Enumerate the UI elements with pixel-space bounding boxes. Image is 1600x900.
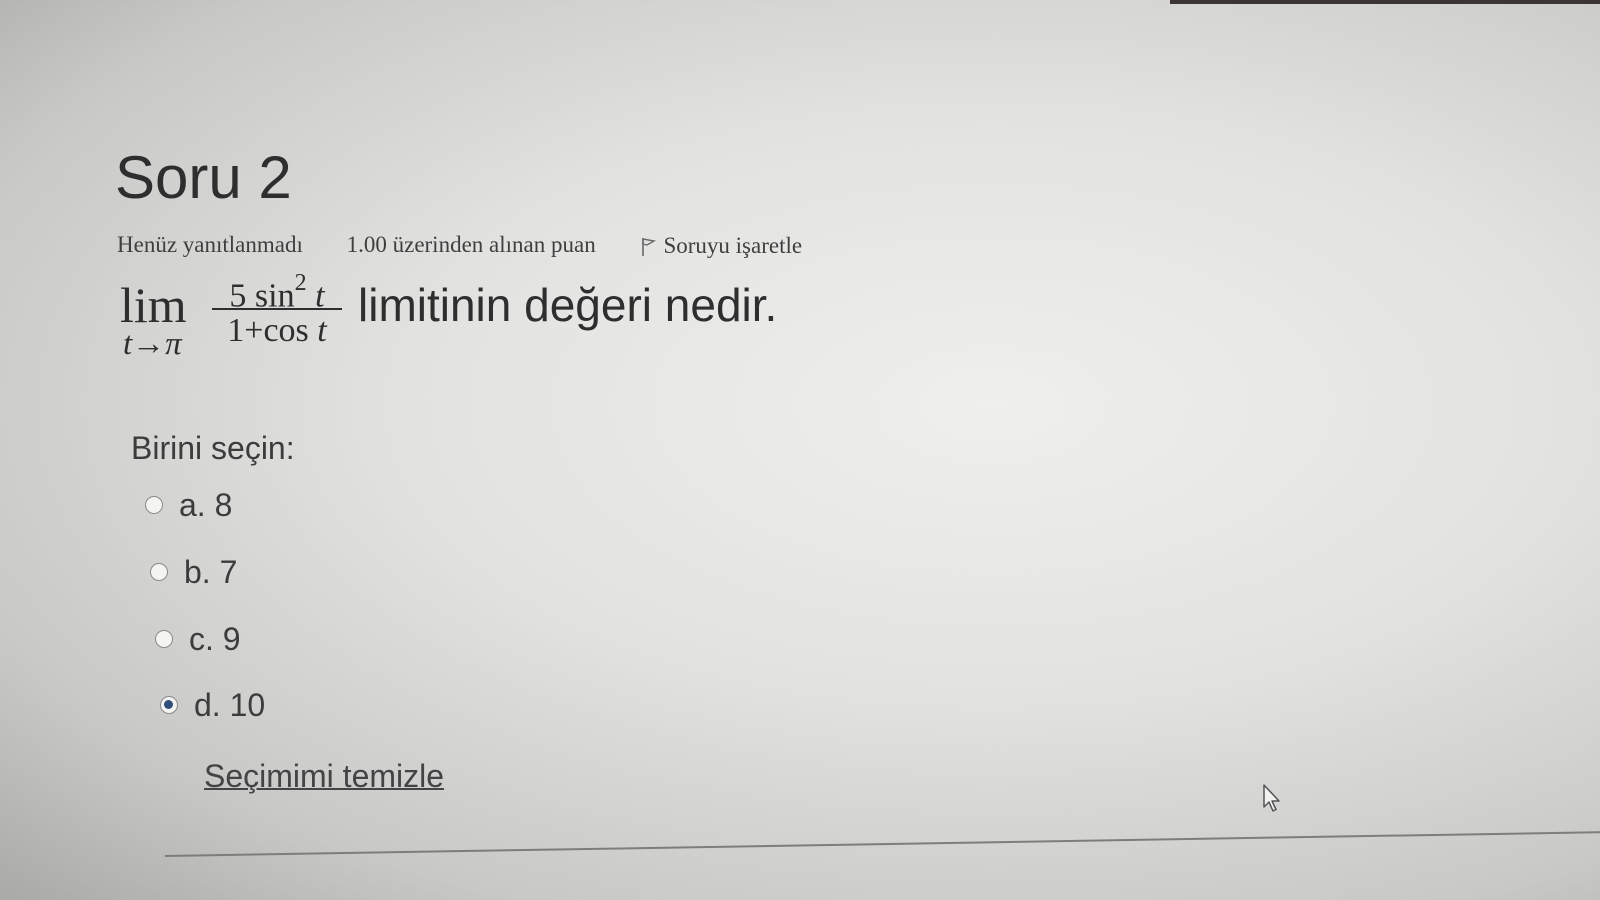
mouse-pointer-icon — [1263, 784, 1280, 812]
numerator-coefficient: 5 sin — [229, 277, 295, 315]
lim-subscript: t→π — [123, 326, 182, 362]
radio-d[interactable] — [160, 696, 178, 714]
answer-option-a[interactable]: a. 8 — [145, 485, 232, 525]
section-divider — [164, 831, 1600, 857]
clear-selection-link[interactable]: Seçimimi temizle — [204, 758, 444, 795]
answer-prompt: Birini seçin: — [131, 430, 295, 466]
fraction-denominator: 1+cos t — [212, 312, 342, 350]
question-stem: limitinin değeri nedir. — [358, 279, 778, 331]
screen-top-edge — [1170, 0, 1600, 4]
answer-label-b: b. 7 — [184, 553, 238, 590]
limit-formula: lim t→π 5 sin2 t 1+cos t — [120, 268, 350, 368]
question-info: Henüz yanıtlanmadı 1.00 üzerinden alınan… — [117, 230, 802, 259]
answer-label-a: a. 8 — [179, 486, 233, 523]
flag-icon — [642, 237, 657, 256]
question-grade: 1.00 üzerinden alınan puan — [346, 231, 596, 257]
numerator-variable: t — [315, 277, 325, 315]
question-title: Soru 2 — [115, 144, 292, 211]
answer-label-d: d. 10 — [194, 686, 266, 723]
fraction: 5 sin2 t 1+cos t — [212, 268, 342, 350]
numerator-exponent: 2 — [294, 270, 307, 296]
radio-c[interactable] — [155, 630, 173, 648]
answer-option-b[interactable]: b. 7 — [150, 552, 237, 592]
denominator-prefix: 1+cos — [227, 312, 309, 349]
radio-b[interactable] — [150, 563, 168, 581]
flag-question-label: Soruyu işaretle — [663, 232, 803, 258]
flag-question-link[interactable]: Soruyu işaretle — [639, 231, 802, 259]
question-state: Henüz yanıtlanmadı — [117, 231, 303, 257]
denominator-variable: t — [317, 312, 327, 349]
fraction-numerator: 5 sin2 t — [212, 268, 342, 314]
answer-option-d[interactable]: d. 10 — [160, 685, 265, 725]
answer-label-c: c. 9 — [189, 620, 241, 657]
answer-option-c[interactable]: c. 9 — [155, 619, 241, 659]
radio-a[interactable] — [145, 496, 163, 514]
